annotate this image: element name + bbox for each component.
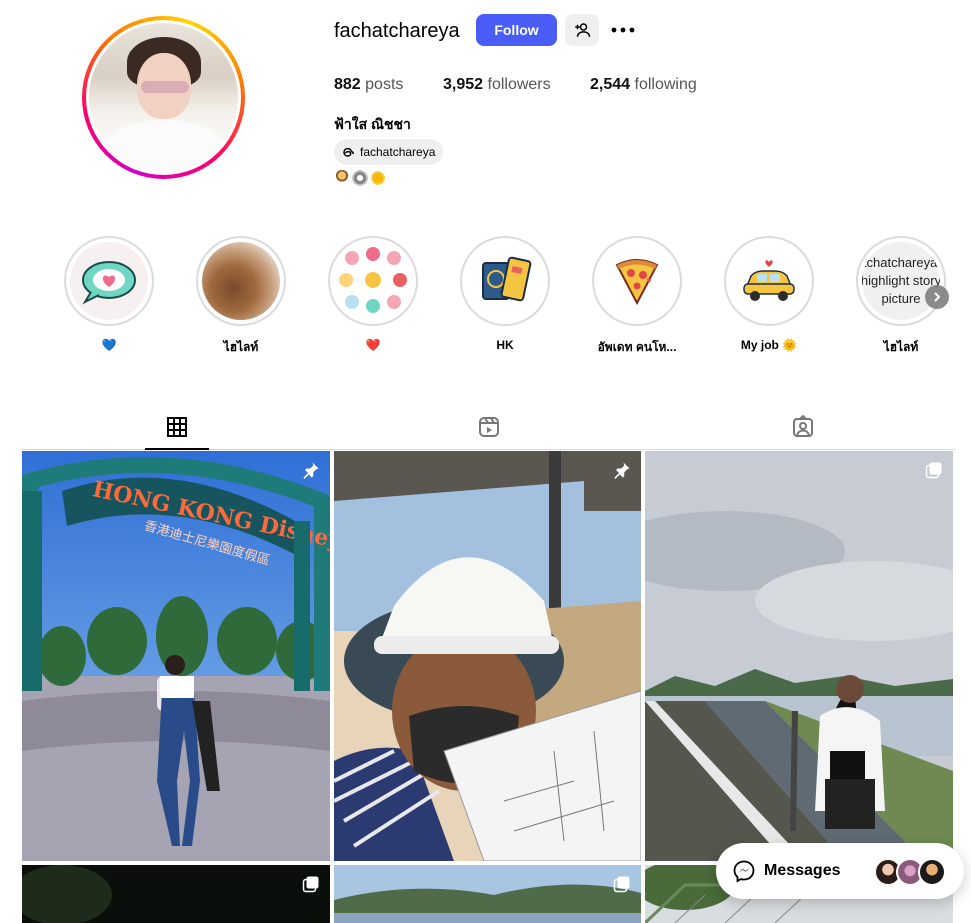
travel-collage-icon: [339, 247, 407, 313]
tab-reels[interactable]: [477, 415, 501, 439]
messenger-icon: [733, 860, 755, 883]
post-tile[interactable]: [334, 865, 641, 923]
avatar: [918, 858, 946, 886]
highlight-broken-image: fachatchareya's highlight story picture: [862, 242, 940, 320]
carousel-icon: [302, 876, 319, 893]
sun-emoji: [370, 170, 386, 186]
highlight-item[interactable]: 💙: [64, 236, 154, 352]
pin-icon: [303, 462, 319, 479]
bio-emojis: [334, 170, 386, 186]
food-photo: [202, 242, 280, 320]
post-tile[interactable]: HONG KONG Disneyland Resort 香港迪士尼樂園度假區: [22, 451, 330, 861]
highlight-label: My job 🌞: [740, 338, 798, 352]
chevron-right-icon: [934, 292, 941, 302]
passport-icon: [482, 256, 532, 302]
post-photo: [334, 865, 641, 923]
highlight-label: ไฮไลท์: [883, 340, 919, 354]
grid-icon: [167, 417, 187, 437]
highlight-label: HK: [496, 338, 514, 352]
post-tile[interactable]: [645, 451, 953, 861]
profile-avatar[interactable]: [82, 16, 245, 179]
post-tile[interactable]: [334, 451, 641, 861]
person-emoji: [334, 170, 350, 186]
highlight-label: ไฮไลท์: [223, 340, 259, 354]
threads-link[interactable]: fachatchareya: [334, 139, 444, 165]
reels-icon: [479, 417, 499, 437]
post-photo: [645, 451, 953, 861]
suggest-user-button[interactable]: [565, 14, 599, 46]
tagged-person-icon: [793, 414, 813, 437]
avatar-photo: [89, 23, 238, 172]
threads-handle: fachatchareya: [360, 145, 436, 159]
profile-full-name: ฟ้าใส ณิชชา: [334, 116, 411, 132]
pizza-icon: [615, 259, 659, 306]
gear-emoji: [352, 170, 368, 186]
highlight-item[interactable]: ไฮไลท์: [196, 236, 286, 357]
follow-button[interactable]: Follow: [476, 14, 557, 46]
messages-button[interactable]: Messages: [716, 843, 964, 899]
post-photo: HONG KONG Disneyland Resort 香港迪士尼樂園度假區: [22, 451, 330, 861]
speech-heart-icon: [82, 261, 136, 305]
messages-label: Messages: [764, 862, 841, 879]
tab-tagged[interactable]: [791, 414, 815, 439]
messages-avatars: [874, 858, 946, 886]
highlight-item[interactable]: อัพเดท คนโห...: [592, 236, 682, 357]
carousel-icon: [925, 462, 942, 479]
highlights-next-button[interactable]: [925, 285, 949, 309]
post-photo: [334, 451, 641, 861]
following-link[interactable]: 2,544 following: [590, 76, 697, 94]
tab-posts[interactable]: [165, 415, 189, 439]
profile-username: fachatchareya: [334, 20, 460, 42]
carousel-icon: [613, 876, 630, 893]
more-options-button[interactable]: [610, 18, 636, 42]
pin-icon: [614, 462, 630, 479]
post-tile[interactable]: [22, 865, 330, 923]
posts-count: 882 posts: [334, 76, 404, 93]
highlight-item[interactable]: My job 🌞: [724, 236, 814, 352]
highlight-label: อัพเดท คนโห...: [597, 340, 677, 354]
more-dots-icon: [611, 27, 635, 33]
highlight-item[interactable]: HK: [460, 236, 550, 352]
tab-active-indicator: [145, 448, 209, 450]
highlight-label: ❤️: [365, 338, 381, 352]
followers-link[interactable]: 3,952 followers: [443, 76, 551, 94]
post-photo: [22, 865, 330, 923]
car-icon: [743, 260, 795, 301]
add-person-icon: [575, 23, 591, 37]
threads-icon: [343, 147, 355, 157]
highlight-label: 💙: [101, 338, 117, 352]
highlight-item[interactable]: ❤️: [328, 236, 418, 352]
